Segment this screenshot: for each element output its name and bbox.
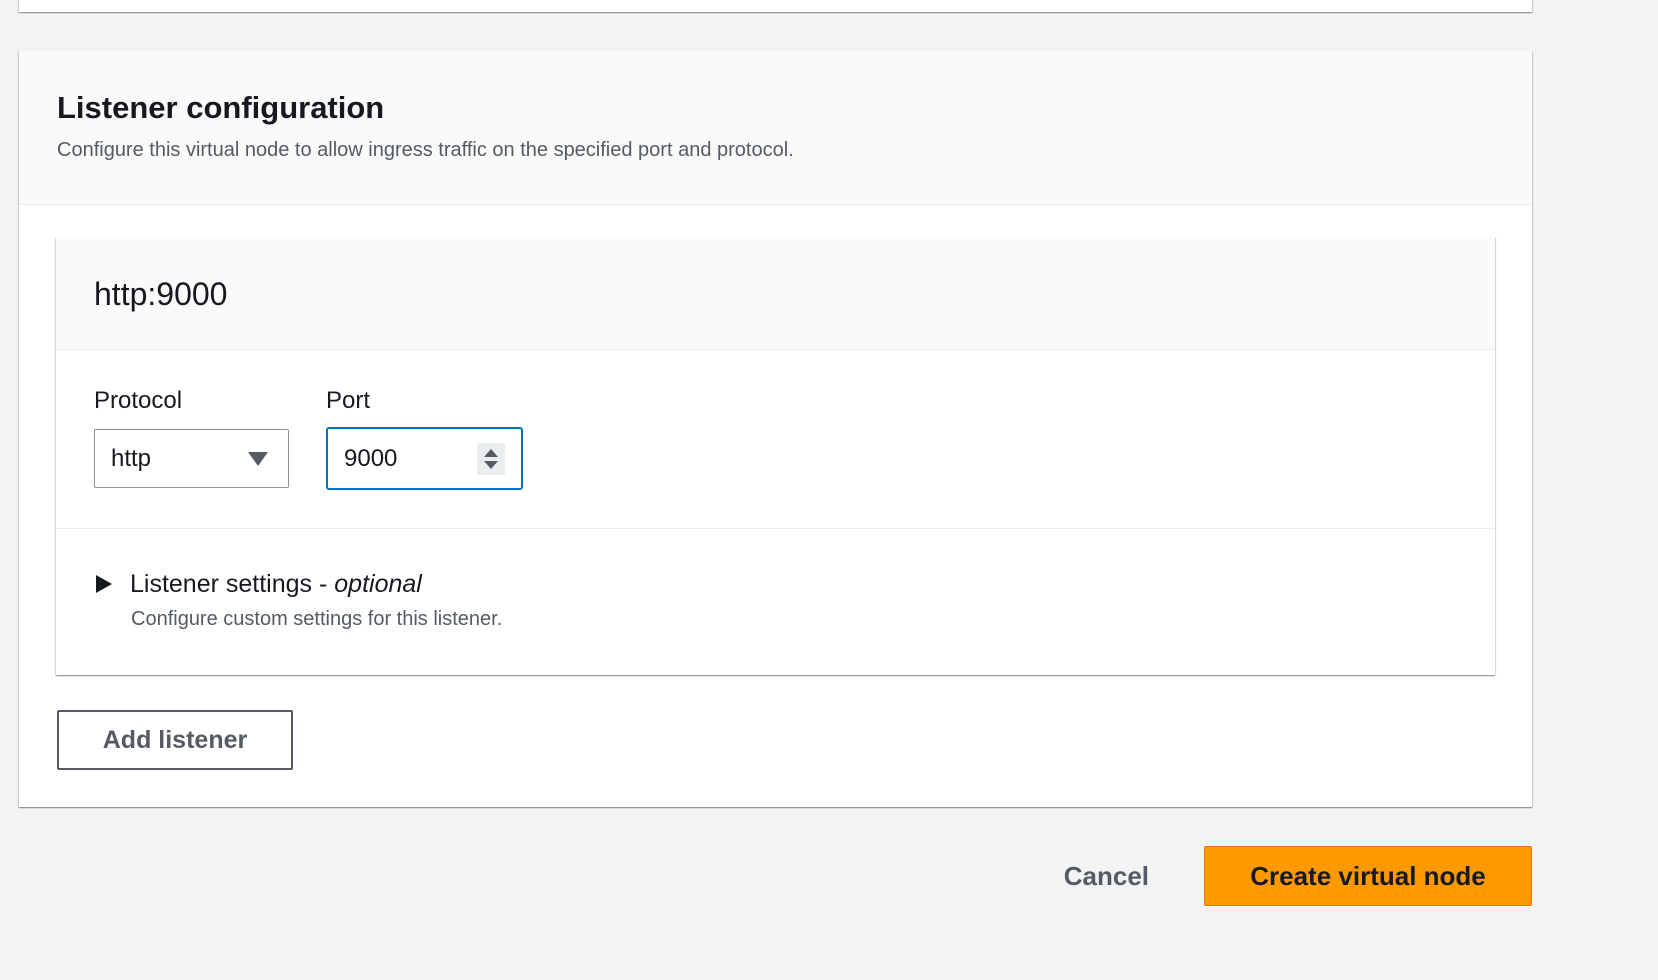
- listener-card: http:9000 Protocol http Port 9000 Listen…: [56, 237, 1495, 675]
- listener-card-header: http:9000: [56, 237, 1495, 350]
- port-input-wrapper: [326, 427, 523, 490]
- listener-configuration-panel: Listener configuration Configure this vi…: [19, 51, 1532, 807]
- panel-body: http:9000 Protocol http Port 9000 Listen…: [19, 205, 1532, 675]
- listener-settings-optional: optional: [334, 570, 422, 598]
- form-actions: Cancel Create virtual node: [1064, 846, 1532, 906]
- listener-settings-title: Listener settings - optional: [130, 569, 422, 599]
- protocol-field: Protocol http: [94, 386, 289, 528]
- panel-header: Listener configuration Configure this vi…: [19, 51, 1532, 205]
- caret-right-icon: [96, 575, 112, 593]
- listener-settings-description: Configure custom settings for this liste…: [131, 608, 503, 630]
- port-label: Port: [326, 387, 371, 414]
- listener-settings-toggle[interactable]: Listener settings - optional: [96, 569, 1457, 599]
- previous-section-panel: [19, 0, 1532, 12]
- protocol-select[interactable]: http: [94, 429, 289, 488]
- panel-title: Listener configuration: [57, 90, 385, 125]
- spin-down-icon[interactable]: [484, 460, 498, 469]
- protocol-label: Protocol: [94, 387, 183, 414]
- spin-up-icon[interactable]: [484, 448, 498, 457]
- listener-card-title: http:9000: [94, 276, 228, 312]
- port-field: Port: [326, 386, 523, 528]
- cancel-button[interactable]: Cancel: [1064, 861, 1149, 892]
- protocol-select-value: http: [111, 444, 152, 472]
- listener-fields: Protocol http Port: [56, 350, 1495, 529]
- listener-settings-title-text: Listener settings -: [130, 570, 335, 598]
- caret-down-icon: [248, 451, 268, 466]
- listener-settings-expander: Listener settings - optional Configure c…: [56, 529, 1495, 632]
- port-input[interactable]: [344, 444, 454, 473]
- port-stepper[interactable]: [477, 442, 505, 475]
- create-virtual-node-button[interactable]: Create virtual node: [1204, 846, 1532, 906]
- add-listener-button[interactable]: Add listener: [57, 710, 293, 770]
- panel-description: Configure this virtual node to allow ing…: [57, 139, 794, 161]
